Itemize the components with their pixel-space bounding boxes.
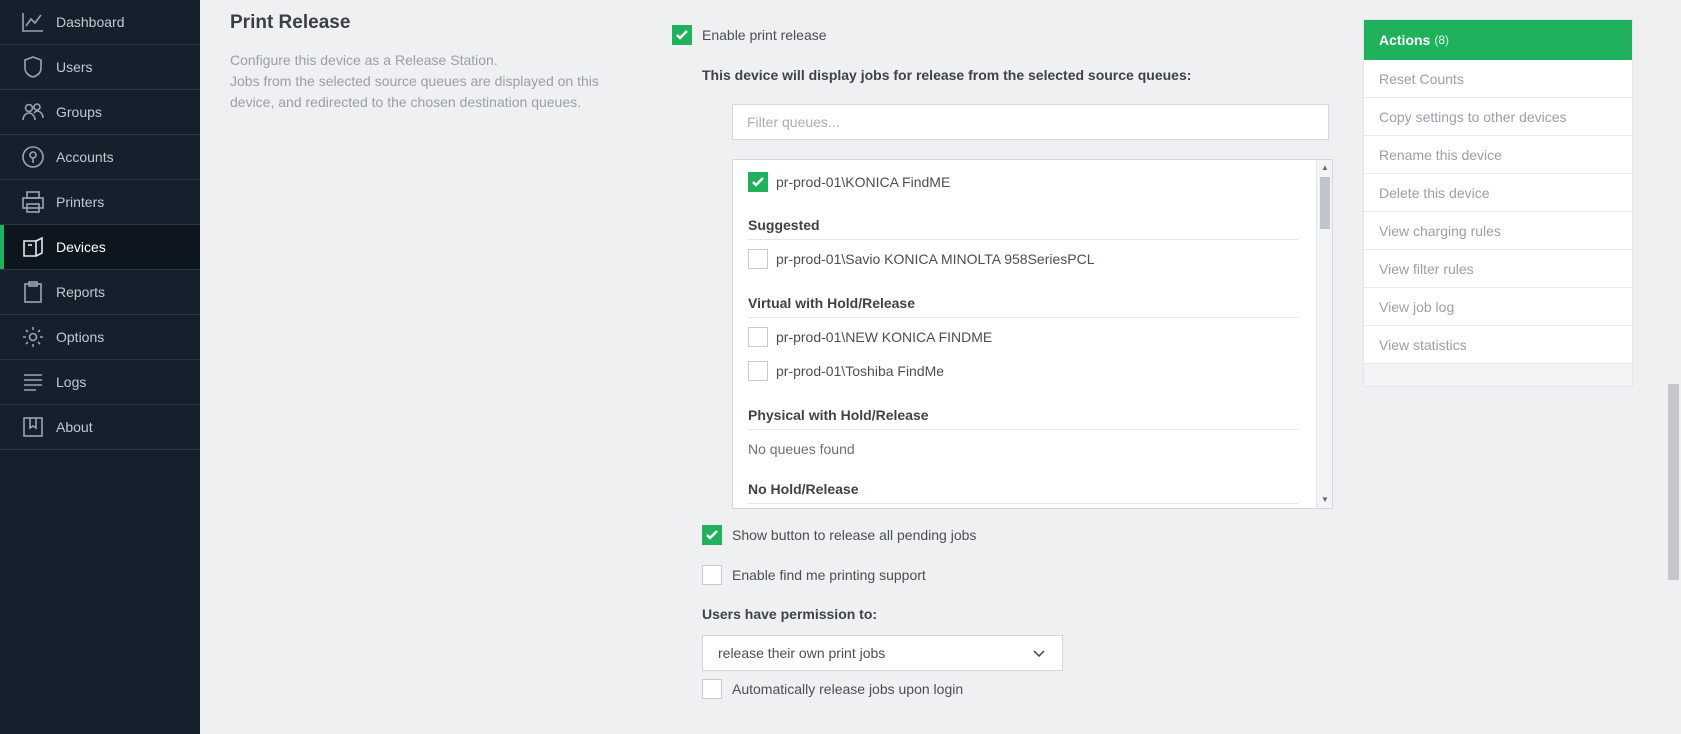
sidebar-item-devices[interactable]: Devices: [0, 225, 200, 270]
permission-select[interactable]: release their own print jobs: [702, 635, 1063, 671]
chevron-down-icon: [1032, 646, 1046, 660]
filter-queues-input[interactable]: [732, 104, 1329, 140]
logs-icon: [20, 369, 46, 395]
sidebar-item-label: Devices: [56, 239, 106, 255]
sidebar-item-label: Logs: [56, 374, 87, 390]
queue-label: pr-prod-01\Savio KONICA MINOLTA 958Serie…: [776, 251, 1095, 267]
sidebar-item-label: Accounts: [56, 149, 114, 165]
sidebar-item-dashboard[interactable]: Dashboard: [0, 0, 200, 45]
sidebar-item-users[interactable]: Users: [0, 45, 200, 90]
no-queues-text: No queues found: [748, 441, 855, 457]
queue-checkbox[interactable]: [748, 249, 768, 269]
sidebar-item-options[interactable]: Options: [0, 315, 200, 360]
permission-select-value: release their own print jobs: [718, 645, 886, 661]
action-view-job-log[interactable]: View job log: [1364, 288, 1632, 326]
groups-icon: [20, 99, 46, 125]
queue-group-heading: No Hold/Release: [748, 481, 1298, 504]
permission-label: Users have permission to:: [702, 606, 878, 622]
action-copy-settings[interactable]: Copy settings to other devices: [1364, 98, 1632, 136]
sidebar-item-label: Printers: [56, 194, 105, 210]
printer-icon: [20, 189, 46, 215]
queue-group-heading: Virtual with Hold/Release: [748, 295, 1298, 318]
section-title: Print Release: [230, 12, 351, 33]
devices-icon: [20, 234, 46, 260]
find-me-checkbox[interactable]: [702, 565, 722, 585]
actions-count: (8): [1434, 33, 1450, 47]
accounts-icon: [20, 144, 46, 170]
enable-print-release-checkbox[interactable]: [672, 25, 692, 45]
main-content: Print Release Configure this device as a…: [200, 0, 1681, 734]
queue-item[interactable]: pr-prod-01\NEW KONICA FINDME: [748, 327, 992, 347]
queue-item[interactable]: pr-prod-01\Toshiba FindMe: [748, 361, 944, 381]
dashboard-icon: [20, 9, 46, 35]
queue-item[interactable]: pr-prod-01\Savio KONICA MINOLTA 958Serie…: [748, 249, 1095, 269]
queue-label: pr-prod-01\KONICA FindME: [776, 174, 951, 190]
sidebar-item-reports[interactable]: Reports: [0, 270, 200, 315]
scroll-up-icon[interactable]: ▲: [1317, 161, 1332, 175]
actions-panel: Actions (8) Reset Counts Copy settings t…: [1363, 19, 1633, 387]
page-scroll-thumb[interactable]: [1668, 384, 1679, 580]
about-icon: [20, 414, 46, 440]
section-description: Configure this device as a Release Stati…: [230, 52, 599, 110]
sidebar-item-accounts[interactable]: Accounts: [0, 135, 200, 180]
actions-header: Actions (8): [1364, 20, 1632, 60]
sidebar-item-label: Users: [56, 59, 93, 75]
sidebar-item-about[interactable]: About: [0, 405, 200, 450]
action-reset-counts[interactable]: Reset Counts: [1364, 60, 1632, 98]
enable-print-release-label[interactable]: Enable print release: [702, 27, 827, 43]
queue-item[interactable]: pr-prod-01\KONICA FindME: [748, 172, 950, 192]
action-rename-device[interactable]: Rename this device: [1364, 136, 1632, 174]
scroll-thumb[interactable]: [1320, 177, 1330, 229]
sidebar-item-groups[interactable]: Groups: [0, 90, 200, 135]
queue-label: pr-prod-01\Toshiba FindMe: [776, 363, 945, 379]
queue-group-heading: Physical with Hold/Release: [748, 407, 1298, 430]
queue-list-scrollbar[interactable]: ▲ ▼: [1316, 160, 1332, 508]
auto-release-row: Automatically release jobs upon login: [702, 679, 963, 699]
gear-icon: [20, 324, 46, 350]
sidebar-item-printers[interactable]: Printers: [0, 180, 200, 225]
sidebar-item-logs[interactable]: Logs: [0, 360, 200, 405]
queue-checkbox[interactable]: [748, 172, 768, 192]
show-release-all-label[interactable]: Show button to release all pending jobs: [732, 527, 976, 543]
actions-title: Actions: [1379, 32, 1431, 48]
sidebar-item-label: About: [56, 419, 93, 435]
show-release-all-checkbox[interactable]: [702, 525, 722, 545]
find-me-label[interactable]: Enable find me printing support: [732, 567, 926, 583]
queue-group-heading: Suggested: [748, 217, 1298, 240]
source-queues-label: This device will display jobs for releas…: [702, 67, 1192, 83]
auto-release-label[interactable]: Automatically release jobs upon login: [732, 681, 963, 697]
queue-checkbox[interactable]: [748, 361, 768, 381]
enable-print-release-row: Enable print release: [672, 25, 827, 45]
queue-label: pr-prod-01\NEW KONICA FINDME: [776, 329, 993, 345]
find-me-row: Enable find me printing support: [702, 565, 926, 585]
sidebar: Dashboard Users Groups Accounts Printers…: [0, 0, 200, 734]
sidebar-item-label: Options: [56, 329, 105, 345]
reports-icon: [20, 279, 46, 305]
action-view-charging-rules[interactable]: View charging rules: [1364, 212, 1632, 250]
queue-checkbox[interactable]: [748, 327, 768, 347]
sidebar-item-label: Groups: [56, 104, 102, 120]
scroll-down-icon[interactable]: ▼: [1317, 493, 1332, 507]
action-view-statistics[interactable]: View statistics: [1364, 326, 1632, 364]
action-delete-device[interactable]: Delete this device: [1364, 174, 1632, 212]
auto-release-checkbox[interactable]: [702, 679, 722, 699]
action-view-filter-rules[interactable]: View filter rules: [1364, 250, 1632, 288]
sidebar-item-label: Dashboard: [56, 14, 125, 30]
show-release-all-row: Show button to release all pending jobs: [702, 525, 976, 545]
sidebar-item-label: Reports: [56, 284, 106, 300]
users-icon: [20, 54, 46, 80]
page-scrollbar[interactable]: [1664, 0, 1681, 734]
queue-list: pr-prod-01\KONICA FindME Suggested pr-pr…: [732, 159, 1333, 509]
